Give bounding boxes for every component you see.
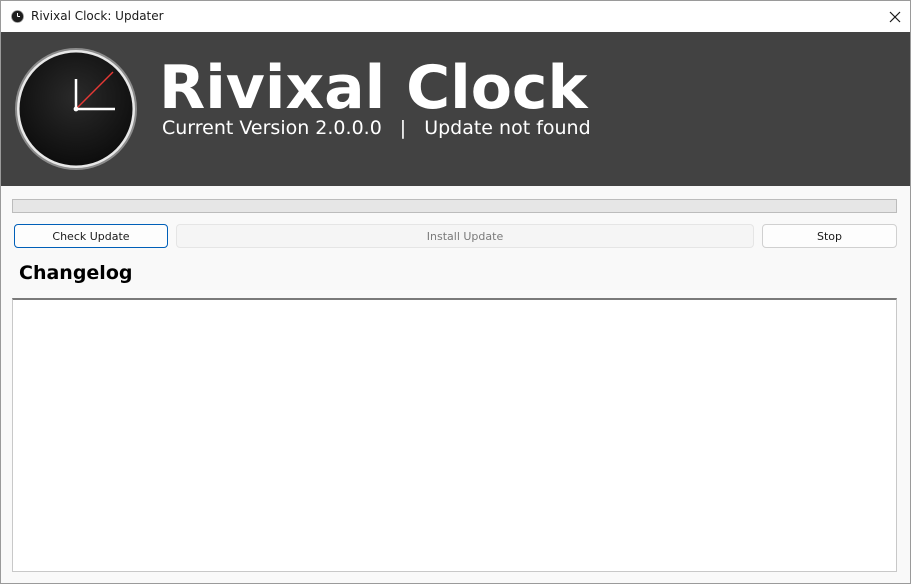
header-banner: Rivixal Clock Current Version 2.0.0.0 | Up… — [1, 32, 910, 186]
stop-button[interactable]: Stop — [762, 224, 897, 248]
install-update-button[interactable]: Install Update — [176, 224, 754, 248]
updater-window: Rivixal Clock: Updater Rivixal Clock Cur… — [0, 0, 911, 584]
close-icon — [889, 11, 901, 22]
separator: | — [399, 117, 407, 139]
current-version-label: Current Version 2.0.0.0 — [162, 117, 382, 139]
version-status-line: Current Version 2.0.0.0 | Update not found — [162, 117, 591, 139]
changelog-heading: Changelog — [19, 262, 133, 284]
clock-app-icon — [11, 10, 24, 23]
close-button[interactable] — [880, 1, 910, 32]
update-status-label: Update not found — [424, 117, 591, 139]
check-update-button[interactable]: Check Update — [14, 224, 168, 248]
changelog-textbox[interactable] — [12, 298, 897, 572]
update-progress-bar — [12, 199, 897, 213]
app-name-heading: Rivixal Clock — [159, 53, 588, 123]
window-title: Rivixal Clock: Updater — [31, 9, 164, 23]
clock-icon — [15, 48, 137, 170]
title-bar[interactable]: Rivixal Clock: Updater — [1, 1, 910, 32]
